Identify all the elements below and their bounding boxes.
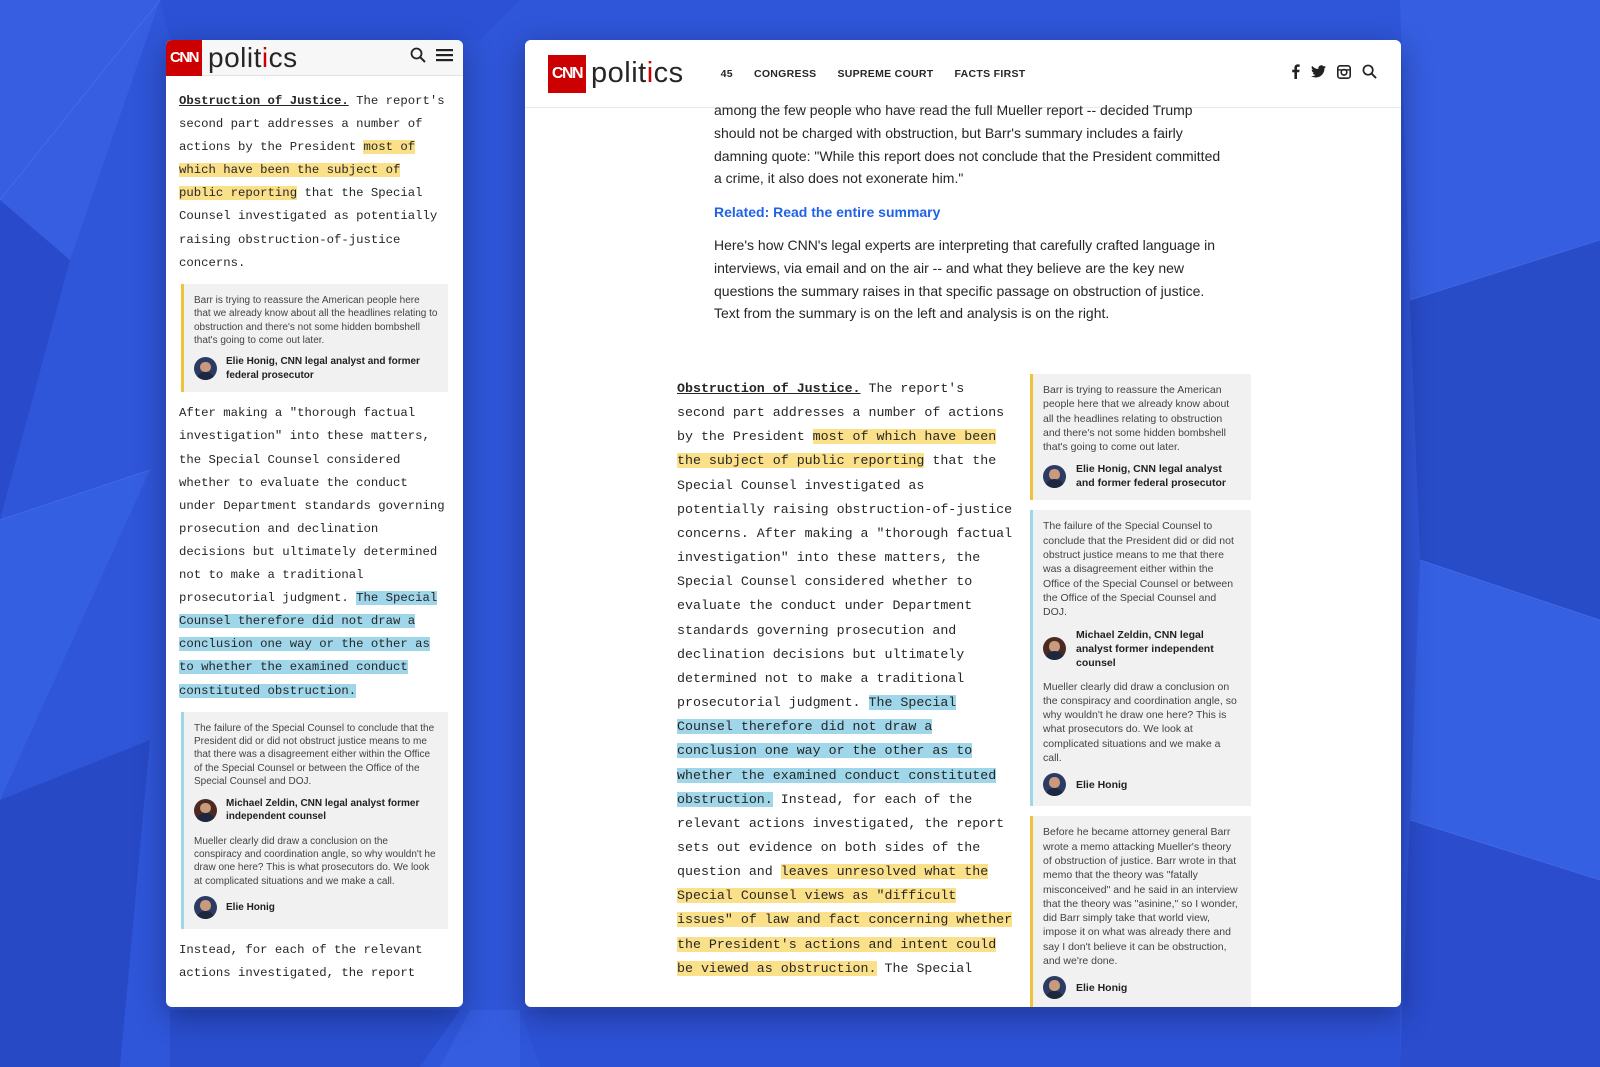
desktop-frame: CNN politics 45 CONGRESS SUPREME COURT F… xyxy=(525,40,1401,1007)
facebook-icon[interactable] xyxy=(1291,64,1300,84)
analysis-note-honig: Barr is trying to reassure the American … xyxy=(1030,374,1251,501)
note-text: Barr is trying to reassure the American … xyxy=(1043,384,1230,454)
author-name: Elie Honig xyxy=(226,902,275,913)
cnn-logo-box: CNN xyxy=(548,54,586,93)
summary-paragraph-1: Obstruction of Justice. The report's sec… xyxy=(179,94,445,270)
summary-paragraph: Obstruction of Justice. The report's sec… xyxy=(677,381,1013,976)
avatar xyxy=(1043,976,1066,1000)
social-links xyxy=(1291,64,1377,84)
mobile-header: CNN politics xyxy=(166,40,463,76)
analysis-column: Barr is trying to reassure the American … xyxy=(1030,374,1251,1007)
analysis-note-zeldin: The failure of the Special Counsel to co… xyxy=(1030,510,1251,807)
note-text: Before he became attorney general Barr w… xyxy=(1043,826,1238,968)
note-author: Elie Honig, CNN legal analyst and former… xyxy=(1043,462,1240,490)
note-text: Mueller clearly did draw a conclusion on… xyxy=(1043,680,1237,765)
nav-item-facts-first[interactable]: FACTS FIRST xyxy=(955,68,1026,80)
highlight-blue: The Special Counsel therefore did not dr… xyxy=(677,695,997,807)
avatar xyxy=(1043,464,1066,488)
note-author: Elie Honig xyxy=(1043,773,1240,797)
nav-item-45[interactable]: 45 xyxy=(721,68,733,80)
politics-wordmark: politics xyxy=(208,41,298,73)
intro-paragraph-2: Here's how CNN's legal experts are inter… xyxy=(714,236,1216,322)
note-author: Elie Honig xyxy=(194,896,438,920)
intro-paragraph-1: among the few people who have read the f… xyxy=(714,102,1221,187)
avatar xyxy=(194,357,217,381)
author-name: Michael Zeldin, CNN legal analyst former… xyxy=(226,797,420,823)
note-author: Michael Zeldin, CNN legal analyst former… xyxy=(1043,628,1240,670)
analysis-note-barr-memo: Before he became attorney general Barr w… xyxy=(1030,816,1251,1007)
avatar xyxy=(1043,637,1066,661)
desktop-header: CNN politics 45 CONGRESS SUPREME COURT F… xyxy=(525,40,1401,108)
twitter-icon[interactable] xyxy=(1311,65,1326,83)
instagram-icon[interactable] xyxy=(1337,64,1351,84)
cnn-politics-logo[interactable]: CNN politics xyxy=(548,54,684,93)
main-nav: 45 CONGRESS SUPREME COURT FACTS FIRST xyxy=(721,68,1026,80)
note-author: Michael Zeldin, CNN legal analyst former… xyxy=(194,797,438,824)
highlight-yellow: leaves unresolved what the Special Couns… xyxy=(677,864,1013,976)
nav-item-congress[interactable]: CONGRESS xyxy=(754,68,817,80)
note-text: The failure of the Special Counsel to co… xyxy=(1043,520,1234,619)
note-text: Mueller clearly did draw a conclusion on… xyxy=(194,835,436,887)
nav-item-supreme-court[interactable]: SUPREME COURT xyxy=(837,68,933,80)
analysis-note-honig: Barr is trying to reassure the American … xyxy=(181,283,448,393)
author-name: Elie Honig xyxy=(1076,778,1128,791)
avatar xyxy=(194,896,217,920)
note-text: Barr is trying to reassure the American … xyxy=(194,294,438,346)
highlight-blue: The Special Counsel therefore did not dr… xyxy=(179,591,438,698)
author-name: Michael Zeldin, CNN legal analyst former… xyxy=(1076,628,1214,669)
search-icon[interactable] xyxy=(1362,64,1377,84)
hamburger-menu-icon[interactable] xyxy=(436,48,453,67)
note-author: Elie Honig xyxy=(1043,976,1240,1000)
avatar xyxy=(194,798,217,822)
search-icon[interactable] xyxy=(410,47,426,68)
cnn-logo-box: CNN xyxy=(166,40,202,76)
author-name: Elie Honig, CNN legal analyst and former… xyxy=(1076,463,1226,490)
mobile-frame: CNN politics Obstruction of Justice. The… xyxy=(166,40,463,1007)
summary-text-column: Obstruction of Justice. The report's sec… xyxy=(677,377,1017,981)
summary-paragraph-2: After making a "thorough factual investi… xyxy=(179,406,445,698)
politics-wordmark: politics xyxy=(591,57,684,89)
mobile-toolbar xyxy=(410,47,463,68)
note-author: Elie Honig, CNN legal analyst and former… xyxy=(194,355,438,382)
note-text: The failure of the Special Counsel to co… xyxy=(194,722,435,788)
cnn-politics-logo[interactable]: CNN politics xyxy=(166,40,298,76)
section-heading: Obstruction of Justice. xyxy=(179,94,349,108)
author-name: Elie Honig xyxy=(1076,981,1128,994)
avatar xyxy=(1043,773,1066,797)
mobile-article-body: Obstruction of Justice. The report's sec… xyxy=(166,76,463,985)
summary-paragraph-3: Instead, for each of the relevant action… xyxy=(179,943,423,981)
author-name: Elie Honig, CNN legal analyst and former… xyxy=(226,356,420,381)
related-summary-link[interactable]: Related: Read the entire summary xyxy=(714,201,1229,224)
analysis-note-zeldin: The failure of the Special Counsel to co… xyxy=(181,711,448,930)
section-heading: Obstruction of Justice. xyxy=(677,381,861,396)
article-intro: among the few people who have read the f… xyxy=(714,99,1229,325)
